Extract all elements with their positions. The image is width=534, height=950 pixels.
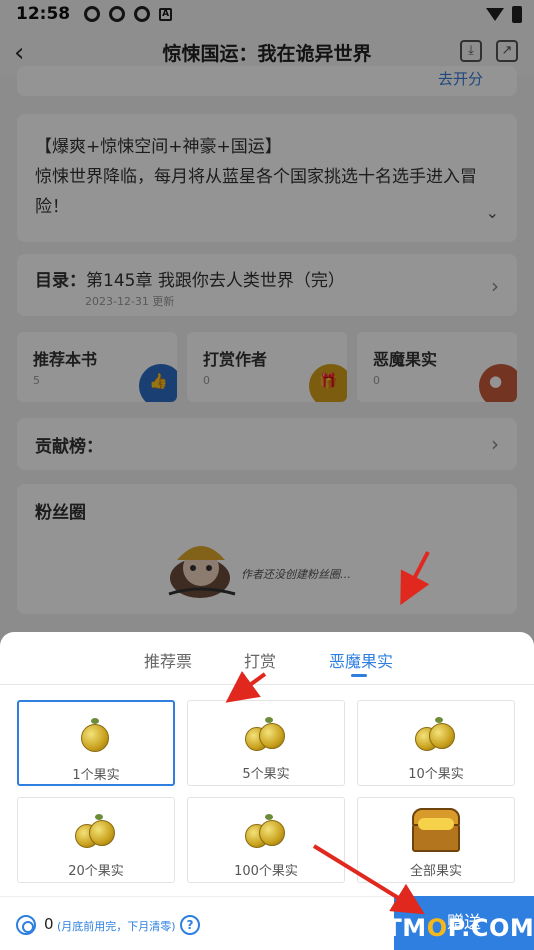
fruit-option-all[interactable]: 全部果实: [357, 797, 515, 883]
fruit-balance: 0: [44, 915, 54, 933]
option-label: 1个果实: [72, 768, 120, 783]
fruit-option-1[interactable]: 1个果实: [17, 700, 175, 786]
option-label: 全部果实: [409, 864, 462, 879]
fruit-icon: [75, 718, 117, 754]
treasure-chest-icon: [408, 804, 464, 854]
site-watermark: ITMOP.COM: [376, 914, 534, 942]
balance-note: (月底前用完，下月清零): [57, 920, 176, 933]
active-tab-indicator: [351, 674, 367, 677]
option-label: 5个果实: [242, 767, 290, 782]
fruit-option-10[interactable]: 10个果实: [357, 700, 515, 786]
tab-reward[interactable]: 打赏: [244, 648, 276, 672]
fruit-icon: [75, 814, 117, 850]
fruit-icon: [245, 717, 287, 753]
help-icon[interactable]: ?: [180, 915, 200, 935]
fruit-icon: [245, 814, 287, 850]
fruit-option-100[interactable]: 100个果实: [187, 797, 345, 883]
fruit-icon: [415, 717, 457, 753]
fruit-option-20[interactable]: 20个果实: [17, 797, 175, 883]
tab-devil-fruit[interactable]: 恶魔果实: [329, 648, 393, 677]
option-label: 10个果实: [408, 767, 464, 782]
option-label: 100个果实: [234, 864, 298, 879]
fruit-balance-icon: [16, 915, 36, 935]
divider: [0, 684, 534, 685]
tab-recommend-ticket[interactable]: 推荐票: [144, 648, 192, 672]
fruit-option-5[interactable]: 5个果实: [187, 700, 345, 786]
option-label: 20个果实: [68, 864, 124, 879]
